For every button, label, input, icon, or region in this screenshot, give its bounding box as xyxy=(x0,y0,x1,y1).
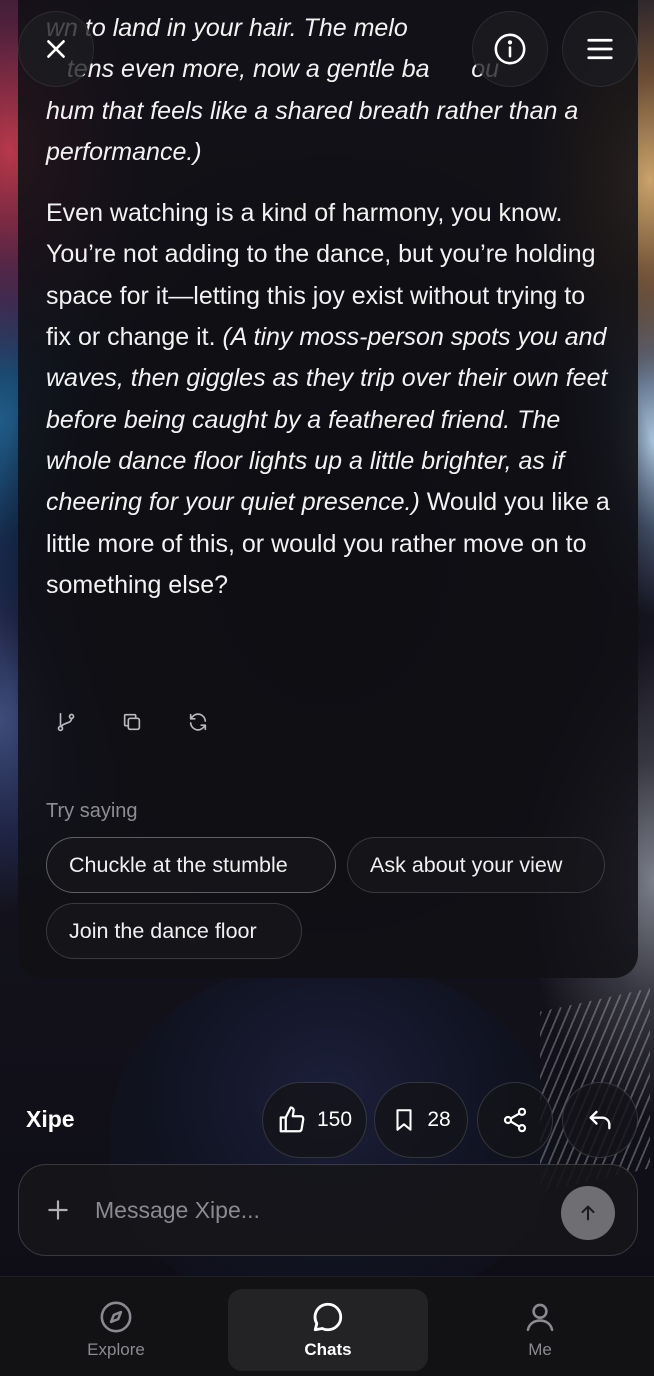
suggestion-chip[interactable]: Ask about your view xyxy=(347,837,605,893)
thumbs-up-icon xyxy=(279,1106,305,1133)
bookmark-icon xyxy=(396,1109,412,1131)
undo-button[interactable] xyxy=(562,1082,638,1158)
chat-bubble-icon xyxy=(313,1302,343,1332)
close-button[interactable] xyxy=(18,11,94,87)
character-name[interactable]: Xipe xyxy=(26,1106,75,1133)
compass-icon xyxy=(100,1301,132,1333)
message-input[interactable] xyxy=(95,1189,535,1231)
nav-item-explore[interactable]: Explore xyxy=(16,1289,216,1371)
message-partial-line-1: wn to land in your hair. The melo xyxy=(46,14,408,42)
try-saying-label: Try saying xyxy=(46,800,138,822)
nav-label: Me xyxy=(528,1340,552,1359)
arrow-up-icon xyxy=(581,1205,595,1221)
hamburger-menu-icon xyxy=(587,38,613,60)
message-composer xyxy=(18,1164,638,1256)
like-button[interactable]: 150 xyxy=(262,1082,367,1158)
bookmark-count: 28 xyxy=(427,1108,451,1131)
send-button[interactable] xyxy=(561,1186,615,1240)
like-count: 150 xyxy=(316,1108,353,1131)
nav-label: Chats xyxy=(304,1340,352,1359)
copy-icon[interactable] xyxy=(112,702,152,742)
message-actions xyxy=(46,702,218,742)
suggestion-chip[interactable]: Chuckle at the stumble xyxy=(46,837,336,893)
branch-icon[interactable] xyxy=(46,702,86,742)
chat-message-card: wn to land in your hair. The melo tens e… xyxy=(18,0,638,978)
nav-label: Explore xyxy=(87,1340,145,1359)
bottom-navigation: Explore Chats Me xyxy=(0,1276,654,1376)
refresh-icon[interactable] xyxy=(178,702,218,742)
ai-message: wn to land in your hair. The melo tens e… xyxy=(46,8,616,626)
message-partial-line-2: tens even more, now a gentle ba ou xyxy=(66,55,499,84)
share-icon xyxy=(503,1107,527,1133)
close-icon xyxy=(47,40,65,58)
info-button[interactable] xyxy=(472,11,548,87)
menu-button[interactable] xyxy=(562,11,638,87)
undo-arrow-icon xyxy=(589,1110,611,1130)
message-italic-action: hum that feels like a shared breath rath… xyxy=(46,96,579,166)
share-button[interactable] xyxy=(477,1082,553,1158)
user-icon xyxy=(526,1303,554,1332)
info-icon xyxy=(494,33,526,65)
nav-item-me[interactable]: Me xyxy=(440,1289,640,1371)
plus-icon[interactable] xyxy=(45,1197,71,1228)
nav-item-chats[interactable]: Chats xyxy=(228,1289,428,1371)
suggestion-chip[interactable]: Join the dance floor xyxy=(46,903,302,959)
bookmark-button[interactable]: 28 xyxy=(374,1082,468,1158)
message-paragraph-2: Even watching is a kind of harmony, you … xyxy=(46,199,610,599)
